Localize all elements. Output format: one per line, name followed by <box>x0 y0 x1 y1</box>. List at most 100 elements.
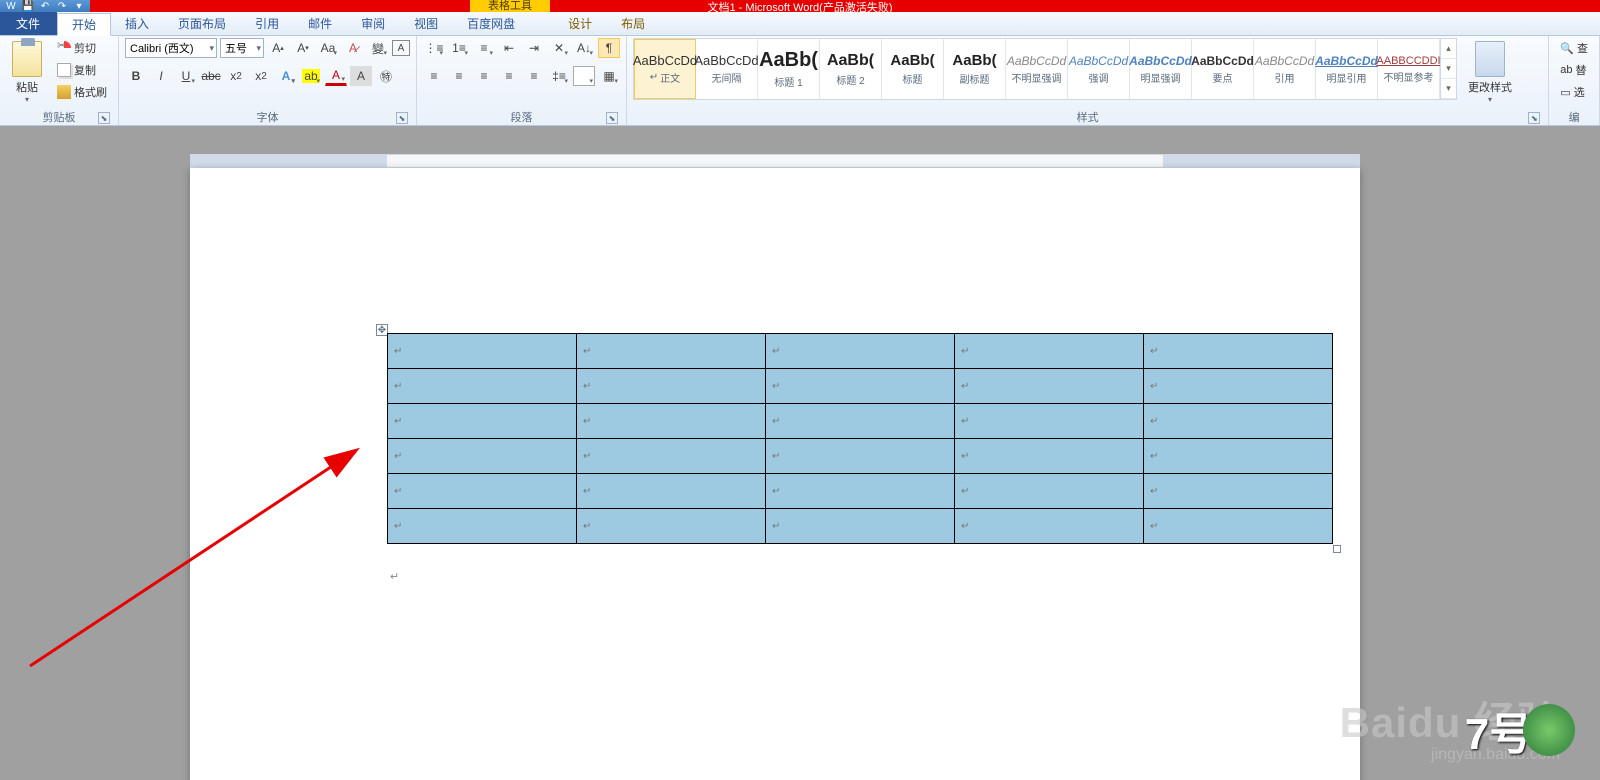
table-cell[interactable]: ↵ <box>766 439 955 474</box>
table-cell[interactable]: ↵ <box>1144 334 1333 369</box>
font-size-combo[interactable]: 五号 <box>220 38 264 58</box>
change-case-button[interactable]: Aa <box>317 38 339 58</box>
grow-font-button[interactable]: A▴ <box>267 38 289 58</box>
char-shading-button[interactable]: A <box>350 66 372 86</box>
table-cell[interactable]: ↵ <box>955 509 1144 544</box>
phonetic-button[interactable]: 變 <box>367 38 389 58</box>
save-icon[interactable]: 💾 <box>21 0 35 12</box>
gallery-scroll[interactable]: ▾ <box>1441 59 1456 79</box>
table-cell[interactable]: ↵ <box>577 509 766 544</box>
undo-icon[interactable]: ↶ <box>38 0 52 12</box>
table-cell[interactable]: ↵ <box>577 369 766 404</box>
table-cell[interactable]: ↵ <box>577 334 766 369</box>
justify-button[interactable]: ≡ <box>498 66 520 86</box>
style-item-3[interactable]: AaBb(标题 2 <box>820 39 882 99</box>
borders-button[interactable]: ▦ <box>598 66 620 86</box>
replace-button[interactable]: ab替 <box>1555 60 1593 80</box>
tab-table-layout[interactable]: 布局 <box>607 12 660 35</box>
style-item-12[interactable]: AABBCCDDI不明显参考 <box>1378 39 1440 99</box>
table-cell[interactable]: ↵ <box>766 509 955 544</box>
tab-file[interactable]: 文件 <box>0 12 57 35</box>
distribute-button[interactable]: ≡ <box>523 66 545 86</box>
tab-review[interactable]: 审阅 <box>347 12 400 35</box>
table-cell[interactable]: ↵ <box>388 404 577 439</box>
redo-icon[interactable]: ↷ <box>55 0 69 12</box>
table-cell[interactable]: ↵ <box>955 474 1144 509</box>
italic-button[interactable]: I <box>150 66 172 86</box>
table-cell[interactable]: ↵ <box>955 369 1144 404</box>
tab-insert[interactable]: 插入 <box>111 12 164 35</box>
numbering-button[interactable]: 1≡ <box>448 38 470 58</box>
table-cell[interactable]: ↵ <box>388 509 577 544</box>
copy-button[interactable]: 复制 <box>52 60 112 80</box>
style-item-10[interactable]: AaBbCcDd引用 <box>1254 39 1316 99</box>
tab-references[interactable]: 引用 <box>241 12 294 35</box>
qat-more-icon[interactable]: ▾ <box>72 0 86 12</box>
table-cell[interactable]: ↵ <box>1144 369 1333 404</box>
strike-button[interactable]: abc <box>200 66 222 86</box>
style-item-1[interactable]: AaBbCcDd无间隔 <box>696 39 758 99</box>
align-right-button[interactable]: ≡ <box>473 66 495 86</box>
superscript-button[interactable]: x2 <box>250 66 272 86</box>
style-item-4[interactable]: AaBb(标题 <box>882 39 944 99</box>
underline-button[interactable]: U <box>175 66 197 86</box>
multilevel-button[interactable]: ≡ <box>473 38 495 58</box>
document-page[interactable]: ✥ ↵↵↵↵↵↵↵↵↵↵↵↵↵↵↵↵↵↵↵↵↵↵↵↵↵↵↵↵↵↵ ↵ <box>190 168 1360 780</box>
shading-button[interactable] <box>573 66 595 86</box>
tab-table-design[interactable]: 设计 <box>554 12 607 35</box>
table-cell[interactable]: ↵ <box>388 334 577 369</box>
highlight-button[interactable]: ab <box>300 66 322 86</box>
style-item-5[interactable]: AaBb(副标题 <box>944 39 1006 99</box>
horizontal-ruler[interactable] <box>190 154 1360 168</box>
paragraph-dialog-launcher[interactable]: ⬊ <box>606 112 618 124</box>
styles-dialog-launcher[interactable]: ⬊ <box>1528 112 1540 124</box>
table-cell[interactable]: ↵ <box>955 404 1144 439</box>
sort-button[interactable]: A↓ <box>573 38 595 58</box>
tab-home[interactable]: 开始 <box>57 13 111 36</box>
document-table[interactable]: ↵↵↵↵↵↵↵↵↵↵↵↵↵↵↵↵↵↵↵↵↵↵↵↵↵↵↵↵↵↵ <box>387 333 1333 544</box>
format-painter-button[interactable]: 格式刷 <box>52 82 112 102</box>
tab-baidu[interactable]: 百度网盘 <box>453 12 530 35</box>
style-item-2[interactable]: AaBb(标题 1 <box>758 39 820 99</box>
style-item-9[interactable]: AaBbCcDd要点 <box>1192 39 1254 99</box>
style-item-7[interactable]: AaBbCcDd强调 <box>1068 39 1130 99</box>
increase-indent-button[interactable]: ⇥ <box>523 38 545 58</box>
table-cell[interactable]: ↵ <box>577 439 766 474</box>
table-cell[interactable]: ↵ <box>955 439 1144 474</box>
tab-pagelayout[interactable]: 页面布局 <box>164 12 241 35</box>
style-item-11[interactable]: AaBbCcDd明显引用 <box>1316 39 1378 99</box>
font-color-button[interactable]: A <box>325 66 347 86</box>
align-center-button[interactable]: ≡ <box>448 66 470 86</box>
table-cell[interactable]: ↵ <box>388 369 577 404</box>
show-marks-button[interactable]: ¶ <box>598 38 620 58</box>
table-cell[interactable]: ↵ <box>388 474 577 509</box>
shrink-font-button[interactable]: A▾ <box>292 38 314 58</box>
bold-button[interactable]: B <box>125 66 147 86</box>
gallery-scroll[interactable]: ▴ <box>1441 39 1456 59</box>
font-dialog-launcher[interactable]: ⬊ <box>396 112 408 124</box>
table-cell[interactable]: ↵ <box>766 404 955 439</box>
text-effects-button[interactable]: A <box>275 66 297 86</box>
line-spacing-button[interactable]: ‡≡ <box>548 66 570 86</box>
decrease-indent-button[interactable]: ⇤ <box>498 38 520 58</box>
table-cell[interactable]: ↵ <box>766 334 955 369</box>
table-cell[interactable]: ↵ <box>766 474 955 509</box>
gallery-scroll[interactable]: ▾ <box>1441 79 1456 99</box>
tab-view[interactable]: 视图 <box>400 12 453 35</box>
style-item-8[interactable]: AaBbCcDd明显强调 <box>1130 39 1192 99</box>
change-styles-button[interactable]: 更改样式 ▾ <box>1465 38 1515 106</box>
align-left-button[interactable]: ≡ <box>423 66 445 86</box>
style-item-6[interactable]: AaBbCcDd不明显强调 <box>1006 39 1068 99</box>
subscript-button[interactable]: x2 <box>225 66 247 86</box>
table-resize-handle[interactable] <box>1333 545 1341 553</box>
paste-button[interactable]: 粘贴 ▾ <box>6 38 48 106</box>
styles-gallery[interactable]: AaBbCcDd↵正文AaBbCcDd无间隔AaBb(标题 1AaBb(标题 2… <box>633 38 1457 100</box>
table-cell[interactable]: ↵ <box>388 439 577 474</box>
select-button[interactable]: ▭选 <box>1555 82 1593 102</box>
table-cell[interactable]: ↵ <box>1144 509 1333 544</box>
tab-mailings[interactable]: 邮件 <box>294 12 347 35</box>
table-cell[interactable]: ↵ <box>1144 439 1333 474</box>
table-cell[interactable]: ↵ <box>1144 474 1333 509</box>
table-cell[interactable]: ↵ <box>955 334 1144 369</box>
clipboard-dialog-launcher[interactable]: ⬊ <box>98 112 110 124</box>
